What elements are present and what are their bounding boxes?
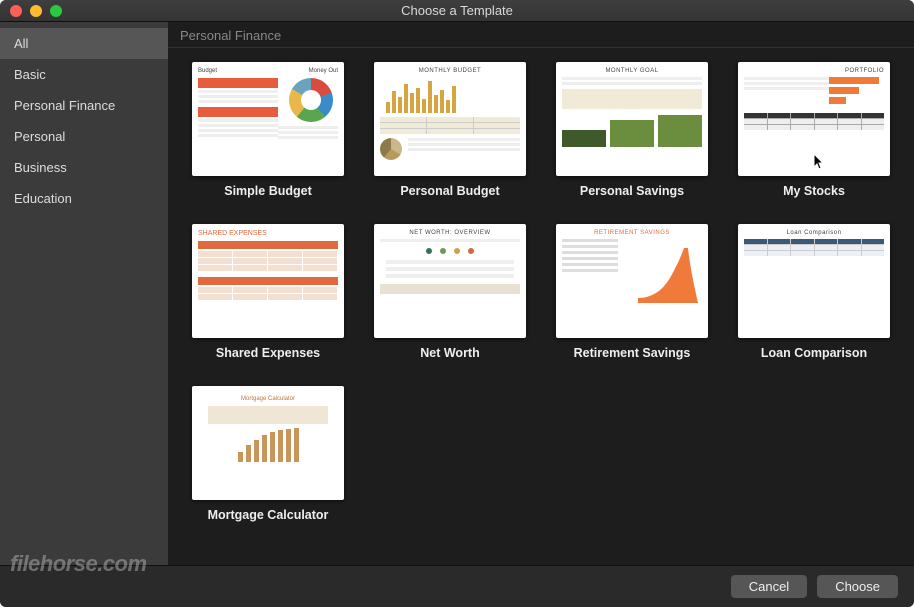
donut-chart-icon [289,78,333,122]
template-label: Loan Comparison [761,346,867,360]
template-label: Mortgage Calculator [208,508,329,522]
section-header: Personal Finance [168,22,914,48]
legend-icon [380,248,520,254]
template-thumbnail: PORTFOLIO [738,62,890,176]
bar-chart-icon [562,113,702,147]
template-mortgage-calculator[interactable]: Mortgage Calculator Mortgage Calculator [192,386,344,522]
area-chart-icon [638,248,698,303]
cursor-icon [814,154,826,170]
window-controls [0,5,62,17]
template-grid-scroll[interactable]: Budget Money Out [168,48,914,565]
bar-chart-icon [386,77,514,113]
close-window-icon[interactable] [10,5,22,17]
thumb-text: Loan Comparison [744,230,884,236]
sidebar-item-all[interactable]: All [0,28,168,59]
template-label: Shared Expenses [216,346,320,360]
template-label: Net Worth [420,346,480,360]
sidebar-item-personal[interactable]: Personal [0,121,168,152]
template-retirement-savings[interactable]: RETIREMENT SAVINGS Retirement Savings [556,224,708,360]
template-label: My Stocks [783,184,845,198]
footer: Cancel Choose [0,565,914,607]
template-my-stocks[interactable]: PORTFOLIO [738,62,890,198]
template-thumbnail: RETIREMENT SAVINGS [556,224,708,338]
template-thumbnail: MONTHLY BUDGET [374,62,526,176]
bar-chart-icon [198,428,338,462]
template-thumbnail: Loan Comparison [738,224,890,338]
template-thumbnail: Mortgage Calculator [192,386,344,500]
template-label: Retirement Savings [574,346,691,360]
minimize-window-icon[interactable] [30,5,42,17]
sidebar-item-basic[interactable]: Basic [0,59,168,90]
thumb-text: PORTFOLIO [744,68,884,74]
template-grid: Budget Money Out [192,62,890,522]
template-thumbnail: MONTHLY GOAL [556,62,708,176]
template-label: Simple Budget [224,184,312,198]
sidebar-item-education[interactable]: Education [0,183,168,214]
template-thumbnail: Budget Money Out [192,62,344,176]
template-personal-savings[interactable]: MONTHLY GOAL Personal Savings [556,62,708,198]
template-thumbnail: SHARED EXPENSES [192,224,344,338]
sidebar-item-personal-finance[interactable]: Personal Finance [0,90,168,121]
sidebar-item-business[interactable]: Business [0,152,168,183]
category-sidebar: All Basic Personal Finance Personal Busi… [0,22,168,565]
template-shared-expenses[interactable]: SHARED EXPENSES Shared Expenses [192,224,344,360]
thumb-text: MONTHLY BUDGET [380,68,520,74]
template-label: Personal Budget [400,184,499,198]
template-loan-comparison[interactable]: Loan Comparison [738,224,890,360]
cancel-button[interactable]: Cancel [731,575,807,598]
table-icon [744,239,884,256]
template-simple-budget[interactable]: Budget Money Out [192,62,344,198]
pie-chart-icon [380,138,402,160]
window-title: Choose a Template [0,3,914,18]
choose-button[interactable]: Choose [817,575,898,598]
thumb-text: Mortgage Calculator [198,396,338,402]
template-label: Personal Savings [580,184,684,198]
template-chooser-window: Choose a Template All Basic Personal Fin… [0,0,914,607]
template-net-worth[interactable]: NET WORTH: OVERVIEW Net Worth [374,224,526,360]
thumb-text: RETIREMENT SAVINGS [562,230,702,236]
zoom-window-icon[interactable] [50,5,62,17]
thumb-text: Money Out [309,68,338,74]
thumb-text: NET WORTH: OVERVIEW [380,230,520,236]
bar-chart-icon [829,77,884,107]
bar-chart-icon [744,264,884,304]
table-icon [744,113,884,130]
thumb-text: MONTHLY GOAL [562,68,702,74]
titlebar: Choose a Template [0,0,914,22]
thumb-text: SHARED EXPENSES [198,230,338,237]
thumb-text: Budget [198,68,217,74]
template-thumbnail: NET WORTH: OVERVIEW [374,224,526,338]
template-personal-budget[interactable]: MONTHLY BUDGET [374,62,526,198]
